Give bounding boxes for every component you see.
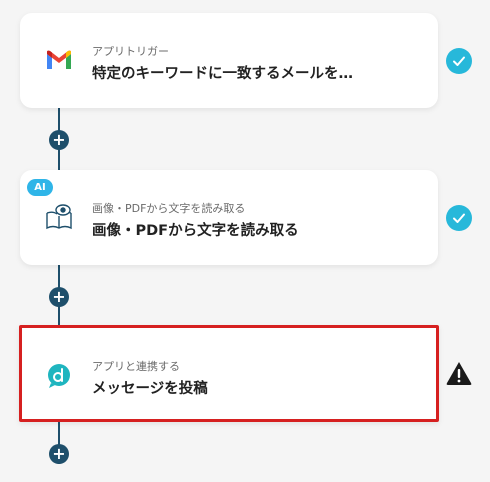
add-step-button[interactable]: + [49,287,69,307]
add-step-button[interactable]: + [49,130,69,150]
step-card-post-message[interactable]: アプリと連携する メッセージを投稿 [19,325,439,422]
gmail-icon [44,45,74,75]
ai-badge: AI [27,179,53,196]
check-icon [446,48,472,74]
step-title: メッセージを投稿 [92,381,208,397]
chat-d-logo-icon [44,361,74,391]
step-subtitle: アプリと連携する [92,360,180,373]
step-card-ocr[interactable]: 画像・PDFから文字を読み取る 画像・PDFから文字を読み取る [20,170,438,265]
step-subtitle: アプリトリガー [92,45,169,58]
step-title: 画像・PDFから文字を読み取る [92,223,299,239]
step-card-gmail-trigger[interactable]: アプリトリガー 特定のキーワードに一致するメールを… [20,13,438,108]
add-step-button[interactable]: + [49,444,69,464]
book-eye-icon [44,202,74,232]
step-title: 特定のキーワードに一致するメールを… [92,66,353,82]
warning-icon [445,360,473,386]
check-icon [446,205,472,231]
step-subtitle: 画像・PDFから文字を読み取る [92,202,246,215]
